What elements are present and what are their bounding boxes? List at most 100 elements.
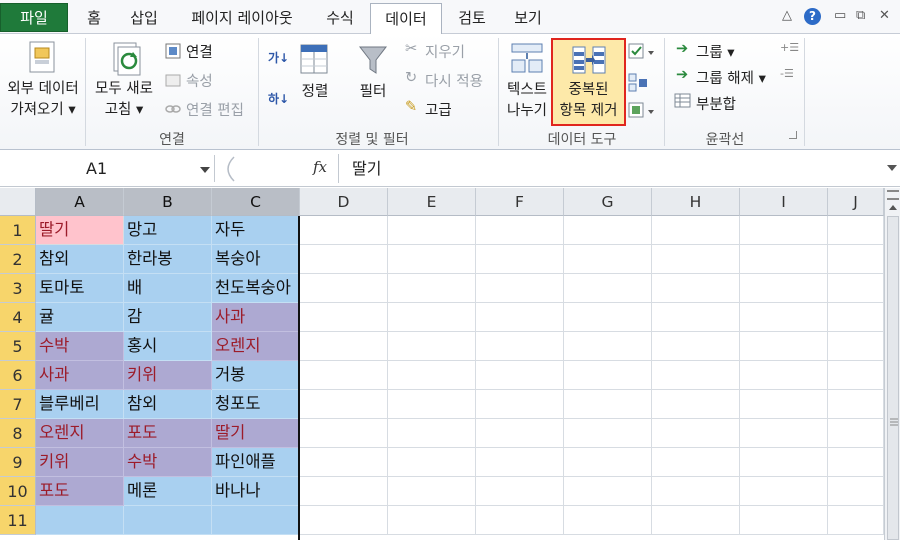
cell-b5[interactable]: 홍시 xyxy=(124,332,212,361)
tab-data[interactable]: 데이터 xyxy=(370,3,442,35)
text-to-columns-button[interactable]: 텍스트 나누기 xyxy=(502,80,552,122)
cell-j8[interactable] xyxy=(828,419,884,448)
cell-e3[interactable] xyxy=(388,274,476,303)
cell-f5[interactable] xyxy=(476,332,564,361)
cell-d9[interactable] xyxy=(300,448,388,477)
advanced-filter-button[interactable]: 고급 xyxy=(425,99,452,120)
cell-g6[interactable] xyxy=(564,361,652,390)
cell-a11[interactable] xyxy=(36,506,124,535)
cell-f8[interactable] xyxy=(476,419,564,448)
cell-j6[interactable] xyxy=(828,361,884,390)
data-validation-icon[interactable] xyxy=(628,42,656,62)
column-header-g[interactable]: G xyxy=(564,188,652,216)
formula-input[interactable]: 딸기 xyxy=(338,154,884,183)
reapply-button[interactable]: 다시 적용 xyxy=(425,70,483,91)
cell-g3[interactable] xyxy=(564,274,652,303)
cell-f11[interactable] xyxy=(476,506,564,535)
cell-j11[interactable] xyxy=(828,506,884,535)
tab-formulas[interactable]: 수식 xyxy=(318,3,362,34)
cell-j1[interactable] xyxy=(828,216,884,245)
expand-formula-bar-icon[interactable] xyxy=(886,163,898,173)
cell-g8[interactable] xyxy=(564,419,652,448)
column-header-d[interactable]: D xyxy=(300,188,388,216)
cell-i3[interactable] xyxy=(740,274,828,303)
cell-g7[interactable] xyxy=(564,390,652,419)
cell-e9[interactable] xyxy=(388,448,476,477)
cell-c9[interactable]: 파인애플 xyxy=(212,448,300,477)
cell-b1[interactable]: 망고 xyxy=(124,216,212,245)
cell-i1[interactable] xyxy=(740,216,828,245)
cell-b2[interactable]: 한라봉 xyxy=(124,245,212,274)
cell-j4[interactable] xyxy=(828,303,884,332)
show-detail-icon[interactable]: +☰ xyxy=(780,41,799,54)
cell-e4[interactable] xyxy=(388,303,476,332)
cell-g2[interactable] xyxy=(564,245,652,274)
cell-b4[interactable]: 감 xyxy=(124,303,212,332)
column-header-c[interactable]: C xyxy=(212,188,300,216)
row-header-1[interactable]: 1 xyxy=(0,216,36,245)
select-all-corner[interactable] xyxy=(0,188,36,216)
cell-g10[interactable] xyxy=(564,477,652,506)
cell-d8[interactable] xyxy=(300,419,388,448)
cell-j7[interactable] xyxy=(828,390,884,419)
cell-h5[interactable] xyxy=(652,332,740,361)
row-header-10[interactable]: 10 xyxy=(0,477,36,506)
refresh-all-button[interactable]: 모두 새로 고침 ▾ xyxy=(90,79,158,121)
cell-f3[interactable] xyxy=(476,274,564,303)
scroll-thumb[interactable] xyxy=(887,216,899,540)
row-header-9[interactable]: 9 xyxy=(0,448,36,477)
cell-a5[interactable]: 수박 xyxy=(36,332,124,361)
sort-descending-button[interactable]: 하↓ xyxy=(268,90,289,107)
cell-g5[interactable] xyxy=(564,332,652,361)
cell-j10[interactable] xyxy=(828,477,884,506)
cell-h1[interactable] xyxy=(652,216,740,245)
tab-file[interactable]: 파일 xyxy=(0,3,68,32)
cell-f9[interactable] xyxy=(476,448,564,477)
cell-i8[interactable] xyxy=(740,419,828,448)
column-header-e[interactable]: E xyxy=(388,188,476,216)
cell-f1[interactable] xyxy=(476,216,564,245)
cell-f4[interactable] xyxy=(476,303,564,332)
row-header-2[interactable]: 2 xyxy=(0,245,36,274)
cell-e6[interactable] xyxy=(388,361,476,390)
cell-a7[interactable]: 블루베리 xyxy=(36,390,124,419)
cell-h7[interactable] xyxy=(652,390,740,419)
cell-b11[interactable] xyxy=(124,506,212,535)
cell-i5[interactable] xyxy=(740,332,828,361)
cell-d7[interactable] xyxy=(300,390,388,419)
cell-e5[interactable] xyxy=(388,332,476,361)
connections-button[interactable]: 연결 xyxy=(186,41,213,62)
cell-d11[interactable] xyxy=(300,506,388,535)
clear-filter-button[interactable]: 지우기 xyxy=(425,41,465,62)
outline-dialog-launcher-icon[interactable] xyxy=(789,131,797,139)
cell-e11[interactable] xyxy=(388,506,476,535)
cell-h11[interactable] xyxy=(652,506,740,535)
cell-b6[interactable]: 키위 xyxy=(124,361,212,390)
cell-f10[interactable] xyxy=(476,477,564,506)
row-header-6[interactable]: 6 xyxy=(0,361,36,390)
cell-h3[interactable] xyxy=(652,274,740,303)
cell-g4[interactable] xyxy=(564,303,652,332)
cell-c2[interactable]: 복숭아 xyxy=(212,245,300,274)
ungroup-button[interactable]: 그룹 해제 ▾ xyxy=(696,67,766,88)
cell-i6[interactable] xyxy=(740,361,828,390)
cell-c10[interactable]: 바나나 xyxy=(212,477,300,506)
cell-g11[interactable] xyxy=(564,506,652,535)
what-if-analysis-icon[interactable] xyxy=(628,101,656,121)
cell-d5[interactable] xyxy=(300,332,388,361)
cell-d10[interactable] xyxy=(300,477,388,506)
tab-insert[interactable]: 삽입 xyxy=(122,3,166,34)
column-header-f[interactable]: F xyxy=(476,188,564,216)
cell-j9[interactable] xyxy=(828,448,884,477)
edit-links-button[interactable]: 연결 편집 xyxy=(186,99,244,120)
cell-i9[interactable] xyxy=(740,448,828,477)
cell-c7[interactable]: 청포도 xyxy=(212,390,300,419)
cell-j2[interactable] xyxy=(828,245,884,274)
cell-c1[interactable]: 자두 xyxy=(212,216,300,245)
vertical-scrollbar[interactable] xyxy=(884,188,900,540)
cell-a4[interactable]: 귤 xyxy=(36,303,124,332)
column-header-a[interactable]: A xyxy=(36,188,124,216)
hide-detail-icon[interactable]: -☰ xyxy=(780,67,794,80)
row-header-3[interactable]: 3 xyxy=(0,274,36,303)
column-header-h[interactable]: H xyxy=(652,188,740,216)
